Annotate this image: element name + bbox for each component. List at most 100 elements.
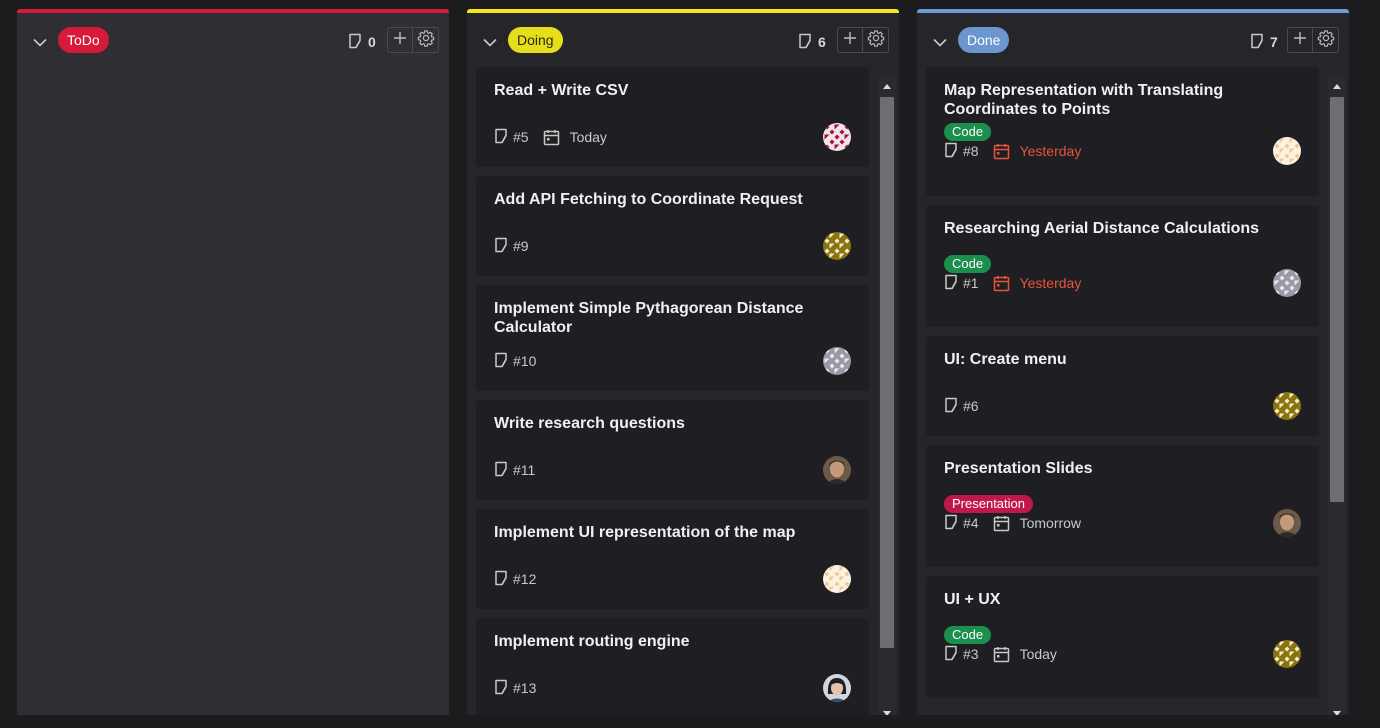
assignee-avatar[interactable] (823, 232, 851, 260)
calendar-icon (993, 515, 1010, 532)
task-card[interactable]: Add API Fetching to Coordinate Request #9 (476, 176, 869, 276)
add-card-button[interactable] (387, 27, 413, 53)
assignee-avatar[interactable] (823, 347, 851, 375)
card-icon (494, 352, 508, 371)
plus-icon (1293, 31, 1307, 50)
card-icon (944, 274, 958, 293)
gear-icon (867, 29, 885, 52)
column-name-pill: Done (958, 27, 1010, 53)
gear-icon (1317, 29, 1335, 52)
column-header: Doing 6 (467, 13, 899, 67)
card-icon (944, 142, 958, 161)
chevron-down-icon[interactable] (481, 33, 499, 51)
assignee-avatar[interactable] (1273, 640, 1301, 668)
task-card[interactable]: Write research questions #11 (476, 400, 869, 500)
task-number: #9 (513, 238, 529, 254)
task-card[interactable]: UI + UX Code #3 Today (926, 576, 1319, 698)
vertical-scrollbar[interactable] (1328, 77, 1346, 715)
task-card[interactable]: Implement routing engine #13 (476, 618, 869, 715)
column-todo: ToDo 0 (17, 9, 449, 715)
assignee-avatar[interactable] (823, 565, 851, 593)
column-header: ToDo 0 (17, 13, 449, 67)
label-code: Code (944, 255, 992, 273)
card-icon (494, 237, 508, 256)
card-count-value: 7 (1270, 34, 1278, 50)
card-icon (494, 679, 508, 698)
task-meta: #1 Yesterday (944, 274, 1081, 292)
label-code: Code (944, 123, 992, 141)
calendar-icon (543, 129, 560, 146)
task-card[interactable]: Read + Write CSV #5 Today (476, 67, 869, 167)
assignee-avatar[interactable] (1273, 269, 1301, 297)
column-name-pill: ToDo (58, 27, 109, 53)
add-card-button[interactable] (1287, 27, 1313, 53)
calendar-icon (993, 646, 1010, 663)
task-card[interactable]: Researching Aerial Distance Calculations… (926, 205, 1319, 327)
task-title: Researching Aerial Distance Calculations (944, 220, 1260, 237)
column-doing: Read + Write CSV #5 Today Add API Fetching … (467, 9, 899, 715)
card-count: 6 (798, 33, 826, 51)
task-meta: #9 (494, 237, 529, 255)
scrollbar-thumb[interactable] (880, 97, 894, 649)
assignee-avatar[interactable] (1273, 392, 1301, 420)
task-title: UI + UX (944, 591, 1001, 608)
calendar-icon (993, 275, 1010, 292)
task-card[interactable]: Map Representation with Translating Coor… (926, 67, 1319, 196)
task-meta: #5 Today (494, 128, 607, 146)
label-code: Code (944, 626, 992, 644)
column-settings-button[interactable] (413, 27, 439, 53)
column-done: Map Representation with Translating Coor… (917, 9, 1349, 715)
label-presentation: Presentation (944, 495, 1033, 513)
task-meta: #13 (494, 679, 536, 697)
task-number: #8 (963, 143, 979, 159)
task-meta: #11 (494, 461, 535, 479)
card-icon (348, 33, 362, 52)
add-card-button[interactable] (837, 27, 863, 53)
plus-icon (393, 31, 407, 50)
task-number: #1 (963, 275, 979, 291)
task-number: #5 (513, 129, 529, 145)
plus-icon (843, 31, 857, 50)
task-title: Read + Write CSV (494, 82, 629, 99)
column-settings-button[interactable] (863, 27, 889, 53)
scroll-down-arrow-icon[interactable] (878, 705, 896, 715)
card-icon (944, 645, 958, 664)
chevron-down-icon[interactable] (931, 33, 949, 51)
card-icon (494, 570, 508, 589)
due-date: Yesterday (1019, 143, 1082, 159)
task-card[interactable]: Implement UI representation of the map #1… (476, 509, 869, 609)
task-card[interactable]: Presentation Slides Presentation #4 Tomorro… (926, 445, 1319, 567)
task-title: Implement UI representation of the map (494, 524, 796, 541)
assignee-avatar[interactable] (823, 123, 851, 151)
assignee-avatar[interactable] (1273, 137, 1301, 165)
card-count-value: 6 (818, 34, 826, 50)
task-meta: #8 Yesterday (944, 142, 1081, 160)
scroll-down-arrow-icon[interactable] (1328, 705, 1346, 715)
task-title: Map Representation with Translating Coor… (944, 82, 1224, 118)
column-settings-button[interactable] (1313, 27, 1339, 53)
task-number: #4 (963, 515, 979, 531)
task-title: UI: Create menu (944, 351, 1067, 368)
card-icon (944, 397, 958, 416)
scroll-up-arrow-icon[interactable] (878, 77, 896, 95)
chevron-down-icon[interactable] (31, 33, 49, 51)
vertical-scrollbar[interactable] (878, 77, 896, 715)
task-number: #11 (513, 462, 536, 478)
due-date: Tomorrow (1019, 515, 1082, 531)
task-card[interactable]: UI: Create menu #6 (926, 336, 1319, 436)
task-number: #6 (963, 398, 979, 414)
assignee-avatar[interactable] (823, 456, 851, 484)
assignee-avatar[interactable] (823, 674, 851, 702)
card-count: 7 (1250, 33, 1278, 51)
assignee-avatar[interactable] (1273, 509, 1301, 537)
task-title: Add API Fetching to Coordinate Request (494, 191, 803, 208)
scroll-up-arrow-icon[interactable] (1328, 77, 1346, 95)
task-number: #13 (513, 680, 537, 696)
scrollbar-thumb[interactable] (1330, 97, 1344, 502)
due-date: Today (569, 129, 607, 145)
task-card[interactable]: Implement Simple Pythagorean Distance Ca… (476, 285, 869, 391)
task-meta: #3 Today (944, 645, 1057, 663)
card-count-value: 0 (368, 34, 376, 50)
card-count: 0 (348, 33, 376, 51)
card-icon (494, 461, 508, 480)
